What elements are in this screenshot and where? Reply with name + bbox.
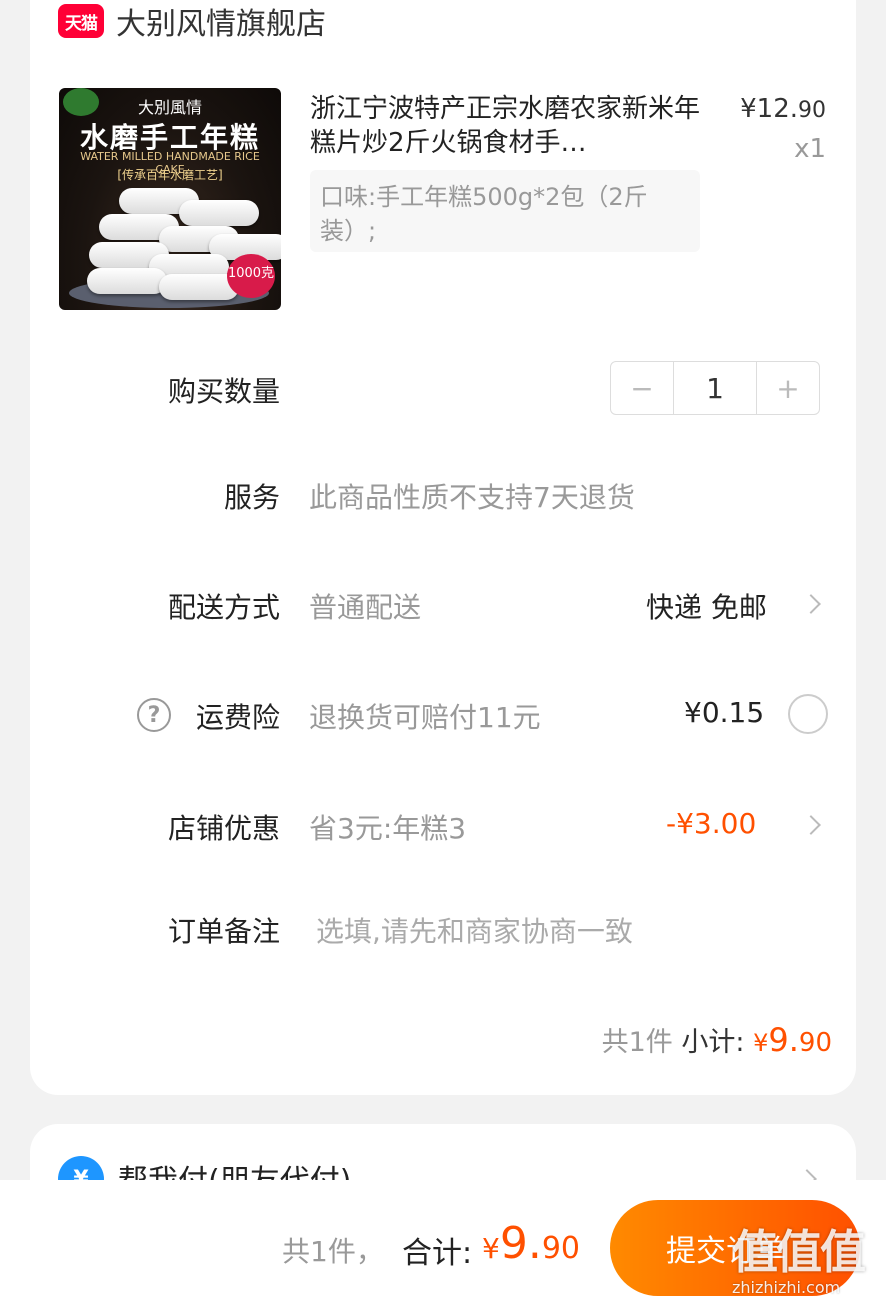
subtotal: 共1件 小计: ¥9.90 <box>602 1020 832 1059</box>
total-count: 共1件， <box>282 1235 384 1268</box>
thumbnail-brand: 大別風情 <box>137 98 202 117</box>
thumbnail-tagline: [传承百年水磨工艺] <box>117 168 223 182</box>
quantity-stepper[interactable]: − 1 + <box>610 361 820 415</box>
shop-header[interactable]: 天猫 大别风情旗舰店 <box>58 0 326 42</box>
subtotal-count: 共1件 <box>601 1027 673 1058</box>
delivery-value[interactable]: 普通配送 <box>309 586 421 626</box>
service-value: 此商品性质不支持7天退货 <box>309 481 635 514</box>
help-icon[interactable]: ? <box>137 698 171 732</box>
quantity-value[interactable]: 1 <box>673 362 757 414</box>
discount-amount[interactable]: -¥3.00 <box>666 807 756 840</box>
subtotal-cents: 90 <box>798 1028 832 1058</box>
increment-button[interactable]: + <box>757 362 819 414</box>
total-cents: 90 <box>541 1231 580 1266</box>
insurance-value: 退换货可赔付11元 <box>309 701 541 734</box>
tmall-logo-icon: 天猫 <box>58 4 104 38</box>
price-cents: 90 <box>798 98 826 123</box>
total-amount: ¥9.90 <box>482 1218 580 1269</box>
service-label: 服务 <box>223 481 280 514</box>
subtotal-yen: ¥ <box>753 1029 769 1057</box>
rice-cake-image <box>87 268 167 294</box>
weight-badge: 1000克 <box>227 254 275 298</box>
discount-label: 店铺优惠 <box>167 812 280 845</box>
discount-value[interactable]: 省3元:年糕3 <box>309 807 466 847</box>
product-quantity: x1 <box>794 134 826 164</box>
product-sku: 口味:手工年糕500g*2包（2斤装）; <box>310 170 700 252</box>
total-yen: ¥ <box>482 1232 500 1265</box>
rice-cake-image <box>179 200 259 226</box>
insurance-price: ¥0.15 <box>684 696 765 729</box>
note-label: 订单备注 <box>167 915 280 948</box>
watermark: 值值值 zhizhizhi.com <box>732 1216 882 1302</box>
product-thumbnail[interactable]: 大別風情 水磨手工年糕 WATER MILLED HANDMADE RICE C… <box>59 88 281 310</box>
note-input[interactable]: 选填,请先和商家协商一致 <box>316 910 633 950</box>
insurance-label: 运费险 <box>195 701 280 734</box>
subtotal-label: 小计: <box>681 1027 745 1058</box>
product-price: ¥12.90 <box>740 94 826 124</box>
delivery-label: 配送方式 <box>167 591 280 624</box>
shop-name[interactable]: 大别风情旗舰店 <box>116 0 326 43</box>
price-main: ¥12. <box>740 94 798 124</box>
subtotal-amount: ¥9.90 <box>753 1021 832 1059</box>
subtotal-main: 9. <box>768 1021 799 1059</box>
total-label: 合计: <box>402 1236 473 1271</box>
watermark-mark: 值值值 <box>732 1225 866 1279</box>
insurance-radio[interactable] <box>788 694 828 734</box>
decrement-button[interactable]: − <box>611 362 673 414</box>
quantity-label: 购买数量 <box>167 375 280 408</box>
delivery-option[interactable]: 快递 免邮 <box>646 586 767 626</box>
total-main: 9. <box>499 1218 542 1269</box>
product-title[interactable]: 浙江宁波特产正宗水磨农家新米年糕片炒2斤火锅食材手… <box>310 92 702 160</box>
